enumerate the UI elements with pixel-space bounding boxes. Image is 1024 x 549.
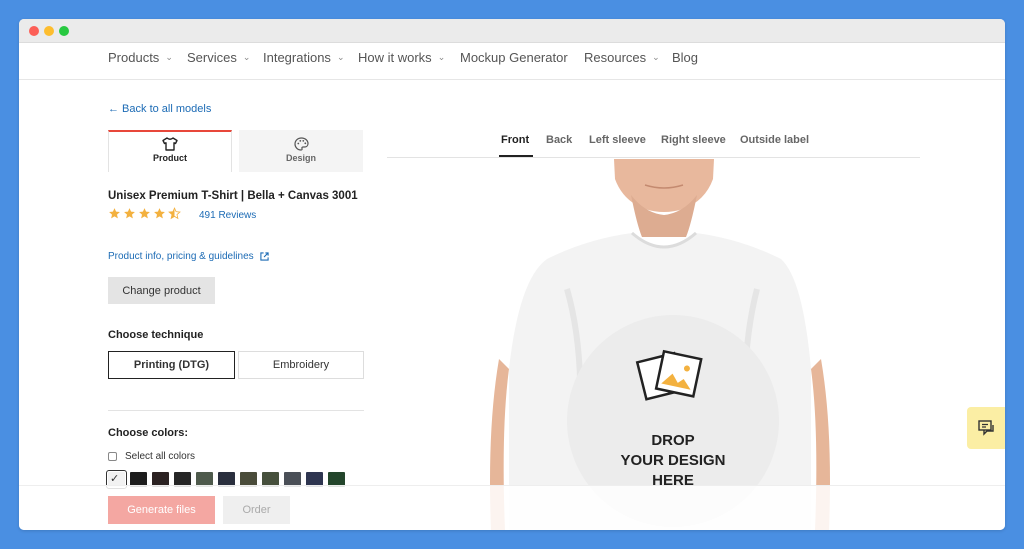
view-tabs: Front Back Left sleeve Right sleeve Outs…	[387, 128, 920, 158]
nav-label: Products	[108, 50, 160, 65]
nav-item-integrations[interactable]: Integrations ⌄	[263, 50, 344, 65]
tab-design[interactable]: Design	[239, 130, 363, 172]
nav-label: Mockup Generator	[460, 50, 568, 65]
chevron-down-icon: ⌄	[437, 52, 446, 62]
technique-embroidery-button[interactable]: Embroidery	[238, 351, 364, 379]
product-info-link[interactable]: Product info, pricing & guidelines	[108, 251, 269, 262]
back-to-models-link[interactable]: ← Back to all models	[108, 103, 211, 115]
star-icon	[124, 208, 135, 219]
mockup-canvas[interactable]: DROP YOUR DESIGN HERE	[387, 159, 920, 530]
section-divider	[108, 410, 364, 411]
nav-item-products[interactable]: Products ⌄	[108, 50, 173, 65]
chevron-down-icon: ⌄	[242, 52, 251, 62]
active-tab-indicator	[499, 155, 533, 157]
view-tab-outside-label[interactable]: Outside label	[740, 134, 809, 146]
minimize-window-dot[interactable]	[44, 26, 54, 36]
choose-colors-label: Choose colors:	[108, 427, 189, 439]
chevron-down-icon: ⌄	[336, 52, 345, 62]
nav-label: Services	[187, 50, 237, 65]
star-half-icon	[168, 207, 181, 220]
generate-files-button[interactable]: Generate files	[108, 496, 215, 524]
nav-label: Resources	[584, 50, 647, 65]
checkmark-icon: ✓	[110, 473, 120, 485]
star-rating	[108, 207, 183, 220]
chevron-down-icon: ⌄	[165, 52, 173, 62]
title-bar	[19, 19, 1005, 43]
choose-technique-label: Choose technique	[108, 329, 204, 341]
drop-line-2: YOUR DESIGN	[620, 452, 726, 469]
order-button[interactable]: Order	[223, 496, 290, 524]
palette-icon	[293, 137, 309, 151]
select-all-label: Select all colors	[125, 451, 196, 462]
nav-label: Blog	[672, 50, 699, 65]
star-icon	[109, 208, 120, 219]
change-product-button[interactable]: Change product	[108, 277, 215, 304]
nav-item-blog[interactable]: Blog	[672, 50, 698, 65]
chevron-down-icon: ⌄	[652, 52, 660, 62]
chat-button[interactable]	[967, 407, 1005, 449]
top-navigation: Products ⌄ Services ⌄ Integrations ⌄ How it…	[19, 43, 1005, 80]
browser-window: Products ⌄ Services ⌄ Integrations ⌄ How it…	[19, 19, 1005, 530]
nav-item-services[interactable]: Services ⌄	[187, 50, 250, 65]
nav-label: Integrations	[263, 50, 331, 65]
select-all-colors[interactable]: Select all colors	[108, 451, 195, 462]
close-window-dot[interactable]	[29, 26, 39, 36]
tab-product-label: Product	[152, 153, 187, 163]
view-tab-back[interactable]: Back	[546, 134, 572, 146]
product-info-label: Product info, pricing & guidelines	[108, 251, 254, 262]
external-link-icon	[260, 252, 269, 261]
nav-item-resources[interactable]: Resources ⌄	[584, 50, 660, 65]
nav-item-mockup-generator[interactable]: Mockup Generator	[460, 50, 568, 65]
product-title: Unisex Premium T-Shirt | Bella + Canvas …	[108, 190, 358, 202]
tshirt-icon	[162, 137, 178, 151]
drop-line-1: DROP	[651, 432, 695, 449]
select-all-checkbox[interactable]	[108, 452, 117, 461]
drop-zone-text: DROP YOUR DESIGN HERE	[593, 431, 753, 491]
maximize-window-dot[interactable]	[59, 26, 69, 36]
star-icon	[139, 208, 150, 219]
view-tab-front[interactable]: Front	[501, 134, 529, 146]
star-icon	[154, 208, 165, 219]
bottom-action-bar: Generate files Order	[19, 485, 1005, 530]
technique-dtg-button[interactable]: Printing (DTG)	[108, 351, 235, 379]
view-tab-left-sleeve[interactable]: Left sleeve	[589, 134, 646, 146]
tab-product[interactable]: Product	[108, 130, 232, 172]
chat-icon	[978, 420, 994, 436]
tab-design-label: Design	[285, 153, 316, 163]
view-tab-right-sleeve[interactable]: Right sleeve	[661, 134, 726, 146]
side-tabs: Product Design	[108, 130, 363, 172]
nav-label: How it works	[358, 50, 432, 65]
reviews-link[interactable]: 491 Reviews	[199, 210, 256, 221]
nav-item-how-it-works[interactable]: How it works ⌄	[358, 50, 445, 65]
